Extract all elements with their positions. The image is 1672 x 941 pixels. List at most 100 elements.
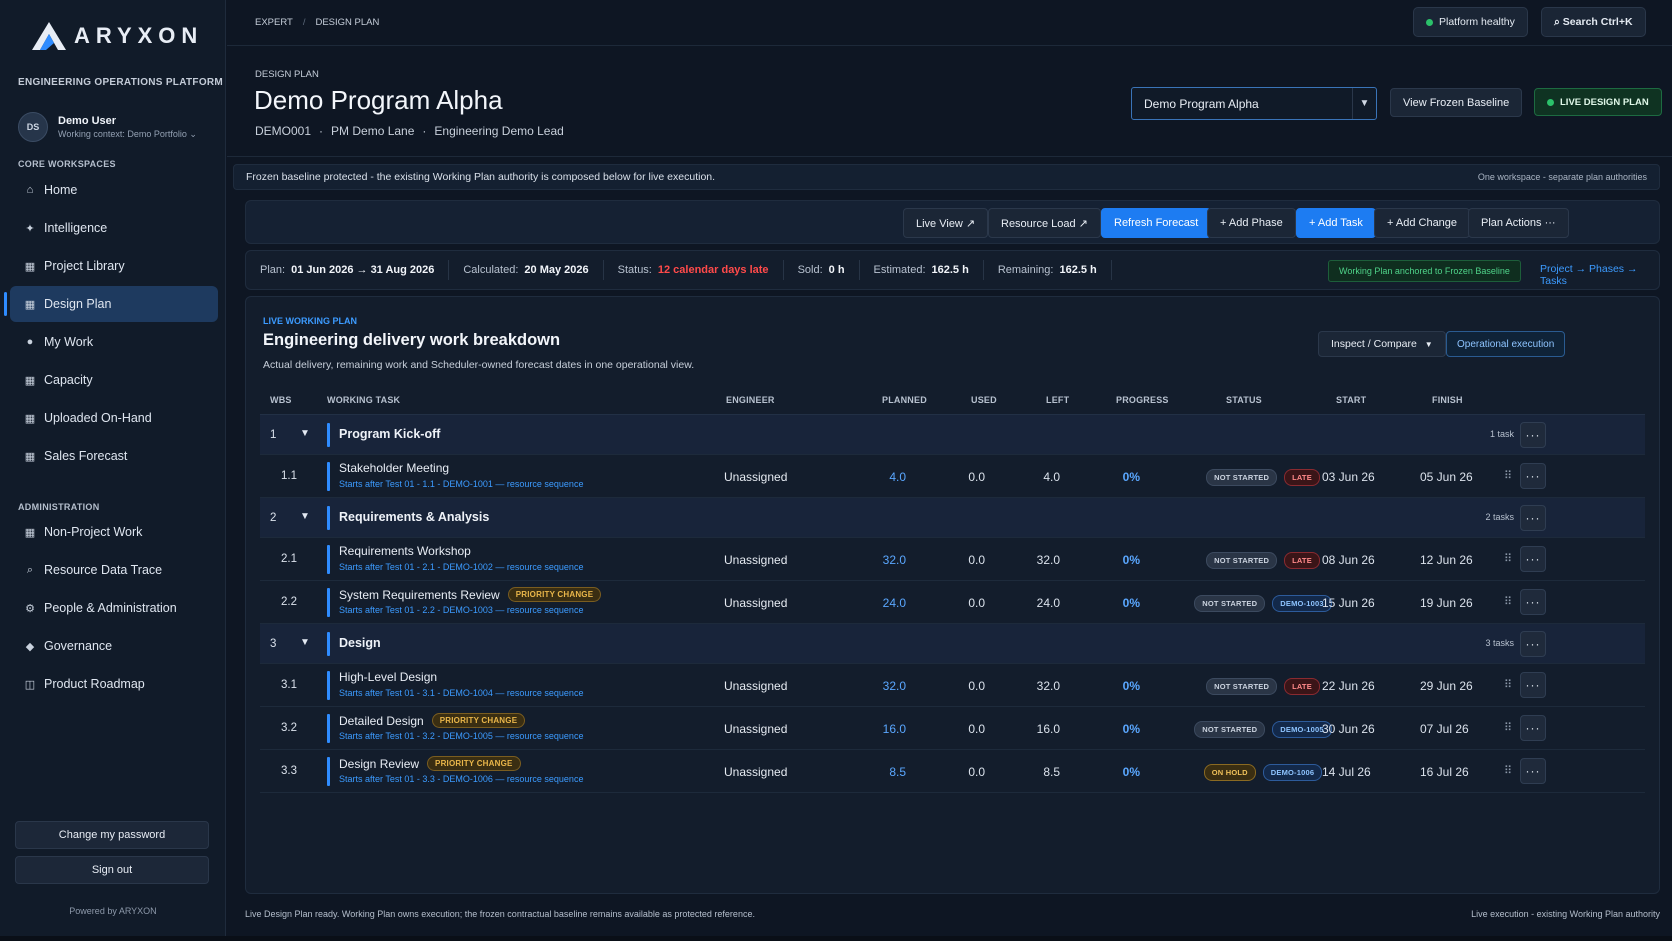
task-engineer[interactable]: Unassigned <box>724 765 787 779</box>
task-dependency[interactable]: Starts after Test 01 - 3.1 - DEMO-1004 —… <box>339 688 583 698</box>
task-planned[interactable]: 32.0 <box>856 679 906 693</box>
sidebar-item-my-work[interactable]: ● My Work <box>10 324 218 360</box>
table-row[interactable]: 1.1 Stakeholder Meeting Starts after Test … <box>260 455 1645 498</box>
sidebar-item-project-library[interactable]: ▦ Project Library <box>10 248 218 284</box>
task-dependency[interactable]: Starts after Test 01 - 3.3 - DEMO-1006 —… <box>339 774 583 784</box>
sidebar-item-capacity[interactable]: ▦ Capacity <box>10 362 218 398</box>
task-name[interactable]: High-Level Design <box>339 670 437 684</box>
phase-row[interactable]: 1 ▼ Program Kick-off 1 task ··· <box>260 415 1645 455</box>
collapse-caret-icon[interactable]: ▼ <box>300 511 310 522</box>
collapse-caret-icon[interactable]: ▼ <box>300 428 310 439</box>
subtitle-separator: · <box>319 124 324 138</box>
task-name[interactable]: Stakeholder Meeting <box>339 461 449 475</box>
phase-row[interactable]: 3 ▼ Design 3 tasks ··· <box>260 624 1645 664</box>
task-engineer[interactable]: Unassigned <box>724 722 787 736</box>
platform-health-button[interactable]: Platform healthy <box>1413 7 1528 37</box>
col-working-task[interactable]: WORKING TASK <box>327 395 400 405</box>
task-start: 03 Jun 26 <box>1322 470 1375 484</box>
resource-load-button[interactable]: Resource Load ↗ <box>988 208 1101 238</box>
view-frozen-baseline-button[interactable]: View Frozen Baseline <box>1390 88 1523 117</box>
breadcrumb-design-plan[interactable]: DESIGN PLAN <box>315 17 379 28</box>
breadcrumb-expert[interactable]: EXPERT <box>255 17 293 28</box>
col-used[interactable]: USED <box>971 395 997 405</box>
row-more-button[interactable]: ··· <box>1520 546 1546 572</box>
task-finish: 19 Jun 26 <box>1420 596 1473 610</box>
live-view-button[interactable]: Live View ↗ <box>903 208 989 238</box>
add-change-button[interactable]: + Add Change <box>1374 208 1471 238</box>
task-dependency[interactable]: Starts after Test 01 - 2.1 - DEMO-1002 —… <box>339 562 583 572</box>
sidebar-item-non-project-work[interactable]: ▦ Non-Project Work <box>10 514 218 550</box>
drag-handle-icon[interactable]: ⠿ <box>1504 552 1512 565</box>
sign-out-button[interactable]: Sign out <box>15 856 209 884</box>
task-dependency[interactable]: Starts after Test 01 - 2.2 - DEMO-1003 —… <box>339 605 583 615</box>
phase-row[interactable]: 2 ▼ Requirements & Analysis 2 tasks ··· <box>260 498 1645 538</box>
sidebar-item-product-roadmap[interactable]: ◫ Product Roadmap <box>10 666 218 702</box>
inspect-compare-dropdown[interactable]: Inspect / Compare ▼ <box>1318 331 1446 357</box>
row-more-button[interactable]: ··· <box>1520 631 1546 657</box>
table-row[interactable]: 3.3 Design Review PRIORITY CHANGE Starts af… <box>260 750 1645 793</box>
sidebar-item-sales-forecast[interactable]: ▦ Sales Forecast <box>10 438 218 474</box>
task-engineer[interactable]: Unassigned <box>724 596 787 610</box>
task-name[interactable]: Design Review PRIORITY CHANGE <box>339 756 521 771</box>
col-wbs[interactable]: WBS <box>270 395 292 405</box>
row-more-button[interactable]: ··· <box>1520 589 1546 615</box>
sidebar-item-design-plan[interactable]: ▦ Design Plan <box>4 286 218 322</box>
sidebar-item-label: Non-Project Work <box>44 525 143 539</box>
row-more-button[interactable]: ··· <box>1520 672 1546 698</box>
sidebar-item-home[interactable]: ⌂ Home <box>10 172 218 208</box>
sidebar-item-people-administration[interactable]: ⚙ People & Administration <box>10 590 218 626</box>
task-name[interactable]: System Requirements Review PRIORITY CHANG… <box>339 587 602 602</box>
task-planned[interactable]: 8.5 <box>856 765 906 779</box>
task-name[interactable]: Detailed Design PRIORITY CHANGE <box>339 713 526 728</box>
task-dependency[interactable]: Starts after Test 01 - 1.1 - DEMO-1001 —… <box>339 479 583 489</box>
row-more-button[interactable]: ··· <box>1520 758 1546 784</box>
row-more-button[interactable]: ··· <box>1520 715 1546 741</box>
task-planned[interactable]: 32.0 <box>856 553 906 567</box>
plan-actions-button[interactable]: Plan Actions ··· <box>1468 208 1569 238</box>
horizontal-scrollbar[interactable] <box>0 936 1672 941</box>
task-name[interactable]: Requirements Workshop <box>339 544 471 558</box>
table-row[interactable]: 3.1 High-Level Design Starts after Test 01… <box>260 664 1645 707</box>
drag-handle-icon[interactable]: ⠿ <box>1504 721 1512 734</box>
change-password-button[interactable]: Change my password <box>15 821 209 849</box>
caret-down-icon[interactable]: ▼ <box>1352 88 1376 119</box>
collapse-caret-icon[interactable]: ▼ <box>300 637 310 648</box>
table-row[interactable]: 2.2 System Requirements Review PRIORITY CH… <box>260 581 1645 624</box>
hierarchy-link[interactable]: Project → Phases → Tasks <box>1540 263 1659 287</box>
operational-execution-button[interactable]: Operational execution <box>1446 331 1566 357</box>
user-switcher[interactable]: DS Demo User Working context: Demo Portf… <box>18 112 197 142</box>
sidebar-item-intelligence[interactable]: ✦ Intelligence <box>10 210 218 246</box>
table-row[interactable]: 2.1 Requirements Workshop Starts after Tes… <box>260 538 1645 581</box>
add-phase-button[interactable]: + Add Phase <box>1207 208 1296 238</box>
col-left[interactable]: LEFT <box>1046 395 1069 405</box>
add-task-button[interactable]: + Add Task <box>1296 208 1376 238</box>
task-planned[interactable]: 16.0 <box>856 722 906 736</box>
col-status[interactable]: STATUS <box>1226 395 1262 405</box>
drag-handle-icon[interactable]: ⠿ <box>1504 764 1512 777</box>
row-more-button[interactable]: ··· <box>1520 463 1546 489</box>
task-engineer[interactable]: Unassigned <box>724 679 787 693</box>
col-progress[interactable]: PROGRESS <box>1116 395 1169 405</box>
task-engineer[interactable]: Unassigned <box>724 553 787 567</box>
row-more-button[interactable]: ··· <box>1520 422 1546 448</box>
sidebar-item-resource-data-trace[interactable]: ⌕ Resource Data Trace <box>10 552 218 588</box>
sidebar-item-uploaded-on-hand[interactable]: ▦ Uploaded On-Hand <box>10 400 218 436</box>
task-engineer[interactable]: Unassigned <box>724 470 787 484</box>
drag-handle-icon[interactable]: ⠿ <box>1504 678 1512 691</box>
task-dependency[interactable]: Starts after Test 01 - 3.2 - DEMO-1005 —… <box>339 731 583 741</box>
refresh-forecast-button[interactable]: Refresh Forecast <box>1101 208 1212 238</box>
search-button[interactable]: ⌕ Search Ctrl+K <box>1541 7 1646 37</box>
row-more-button[interactable]: ··· <box>1520 505 1546 531</box>
sidebar-item-governance[interactable]: ◆ Governance <box>10 628 218 664</box>
drag-handle-icon[interactable]: ⠿ <box>1504 469 1512 482</box>
program-select[interactable]: Demo Program Alpha ▼ <box>1131 87 1377 120</box>
brand-logo[interactable]: ARYXON <box>30 20 203 52</box>
table-row[interactable]: 3.2 Detailed Design PRIORITY CHANGE Starts … <box>260 707 1645 750</box>
col-start[interactable]: START <box>1336 395 1366 405</box>
task-planned[interactable]: 24.0 <box>856 596 906 610</box>
col-planned[interactable]: PLANNED <box>882 395 927 405</box>
task-planned[interactable]: 4.0 <box>856 470 906 484</box>
col-engineer[interactable]: ENGINEER <box>726 395 775 405</box>
drag-handle-icon[interactable]: ⠿ <box>1504 595 1512 608</box>
col-finish[interactable]: FINISH <box>1432 395 1463 405</box>
